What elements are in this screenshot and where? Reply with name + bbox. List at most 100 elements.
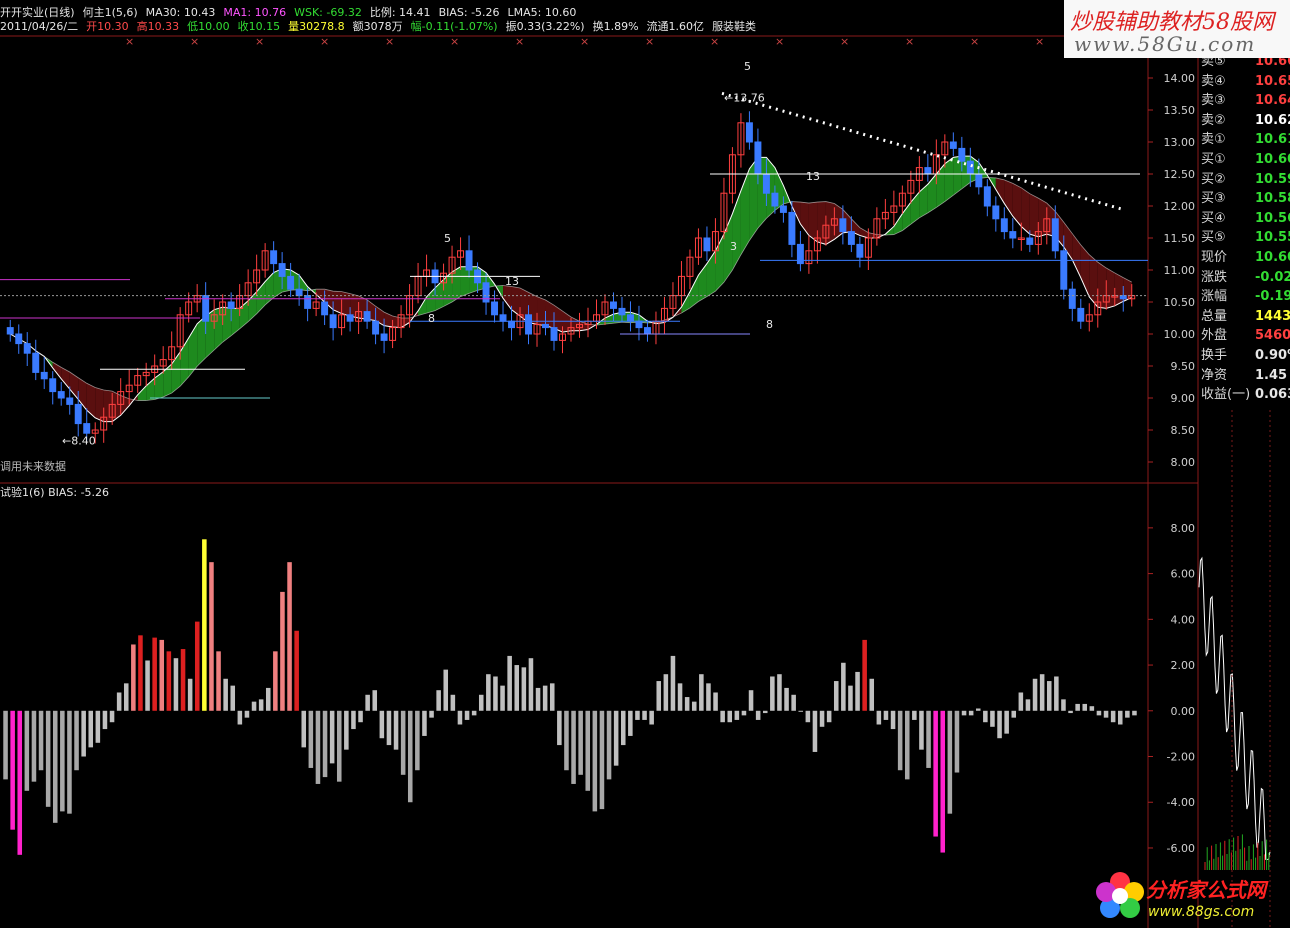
- bias-bar: [919, 710, 924, 750]
- marker-cross: ×: [905, 35, 914, 48]
- bias-bar: [1110, 710, 1116, 723]
- bias-bar: [549, 683, 555, 711]
- quote-label: 卖③: [1201, 93, 1226, 109]
- bias-bar: [663, 674, 669, 711]
- quote-label: 外盘: [1201, 328, 1228, 344]
- indicator-tick-label: 2.00: [1171, 659, 1196, 672]
- bias-bar: [159, 639, 165, 711]
- marker-cross: ×: [970, 35, 979, 48]
- bias-bar: [777, 674, 782, 711]
- bias-bar: [592, 710, 598, 812]
- quote-value: 10.60: [1255, 249, 1290, 265]
- quote-row: 总量 14431: [1199, 307, 1290, 327]
- bias-bar: [620, 710, 626, 746]
- candle-body: [924, 167, 932, 175]
- candle-body: [762, 173, 770, 194]
- bias-bar: [670, 655, 676, 711]
- logo-bottom-line1: 分析家公式网: [1146, 878, 1266, 902]
- bias-bar: [372, 690, 378, 711]
- candle-body: [839, 218, 847, 233]
- bias-bar: [897, 710, 903, 771]
- bias-bar: [819, 710, 825, 727]
- bias-bar: [1096, 710, 1102, 716]
- candle-body: [771, 192, 779, 207]
- bias-bar: [166, 651, 172, 711]
- bias-bar: [947, 710, 953, 814]
- price-tick-label: 12.50: [1164, 168, 1196, 181]
- bias-bar: [74, 710, 79, 771]
- header-item: 何主1(5,6): [82, 6, 138, 19]
- ma-cloud-segment: [154, 371, 164, 400]
- candle-body: [983, 186, 991, 207]
- bias-bar: [17, 710, 23, 855]
- bias-bar: [1054, 676, 1059, 711]
- bias-bar: [1004, 710, 1009, 734]
- quote-label: 总量: [1201, 308, 1228, 324]
- header-row-1: 开开实业(日线) 何主1(5,6) MA30: 10.43 MA1: 10.76 WSK…: [0, 6, 584, 19]
- indicator-tick-label: -4.00: [1167, 796, 1195, 809]
- bias-bar: [251, 701, 257, 711]
- candle-body: [1009, 231, 1017, 239]
- quote-row: 卖① 10.61: [1199, 130, 1290, 150]
- bias-bar: [493, 676, 498, 711]
- bias-bar: [904, 710, 910, 780]
- ma-cloud-segment: [919, 184, 928, 218]
- candle-body: [550, 327, 558, 341]
- candle-body: [1051, 218, 1059, 252]
- bias-bar: [862, 639, 867, 711]
- header-item: 开开实业(日线): [0, 6, 75, 19]
- flower-icon: [1096, 872, 1144, 918]
- bias-bar: [31, 710, 37, 782]
- bias-bar: [415, 710, 420, 771]
- quote-value: 10.56: [1255, 210, 1290, 226]
- quote-label: 买⑤: [1201, 230, 1226, 246]
- candle-body: [49, 378, 57, 393]
- candle-body: [779, 205, 787, 213]
- candle-body: [992, 205, 1000, 220]
- bias-bar: [1068, 710, 1073, 714]
- bias-bar: [954, 710, 960, 773]
- bias-bar: [649, 710, 654, 725]
- bias-bar: [450, 694, 456, 711]
- bias-bar: [706, 683, 711, 711]
- bias-bar: [599, 710, 605, 810]
- candle-body: [635, 320, 643, 329]
- ma-cloud-segment: [61, 367, 70, 390]
- bias-bar: [10, 710, 15, 830]
- candle-body: [32, 352, 40, 373]
- bias-bar: [315, 710, 321, 784]
- bias-bar: [833, 681, 839, 711]
- quote-value: 10.58: [1255, 191, 1290, 207]
- bias-bar: [145, 660, 150, 711]
- header-item: WSK: -69.32: [294, 6, 362, 19]
- bias-bar: [1132, 710, 1137, 716]
- bias-bar: [1103, 710, 1109, 718]
- bias-bar: [258, 699, 264, 711]
- bias-bar: [478, 694, 484, 711]
- ma-cloud-segment: [443, 271, 453, 307]
- marker-cross: ×: [775, 35, 784, 48]
- bias-bar: [457, 710, 463, 725]
- bias-bar: [713, 692, 718, 711]
- ma-cloud-segment: [1029, 193, 1039, 237]
- bias-bar: [571, 710, 576, 784]
- bias-bar: [123, 683, 129, 711]
- bias-bar: [535, 687, 541, 711]
- bias-bar: [116, 692, 122, 711]
- bias-bar: [486, 674, 491, 711]
- quote-value: -0.19%: [1255, 289, 1290, 305]
- bias-bar: [194, 621, 200, 711]
- indicator-tick-label: 0.00: [1171, 705, 1196, 718]
- bias-bar: [1032, 678, 1038, 711]
- bias-bar: [691, 701, 697, 711]
- header-item: 2011/04/26/二: [0, 20, 79, 33]
- count-label: 8: [766, 318, 773, 331]
- bias-bar: [67, 710, 72, 814]
- bias-bar: [727, 710, 733, 723]
- marker-cross: ×: [840, 35, 849, 48]
- quote-label: 换手: [1201, 347, 1228, 363]
- quote-value: 1.45: [1255, 367, 1288, 383]
- quote-label: 收益(一): [1201, 387, 1251, 403]
- bias-bar: [997, 710, 1002, 739]
- quote-row: 涨幅 -0.19%: [1199, 287, 1290, 307]
